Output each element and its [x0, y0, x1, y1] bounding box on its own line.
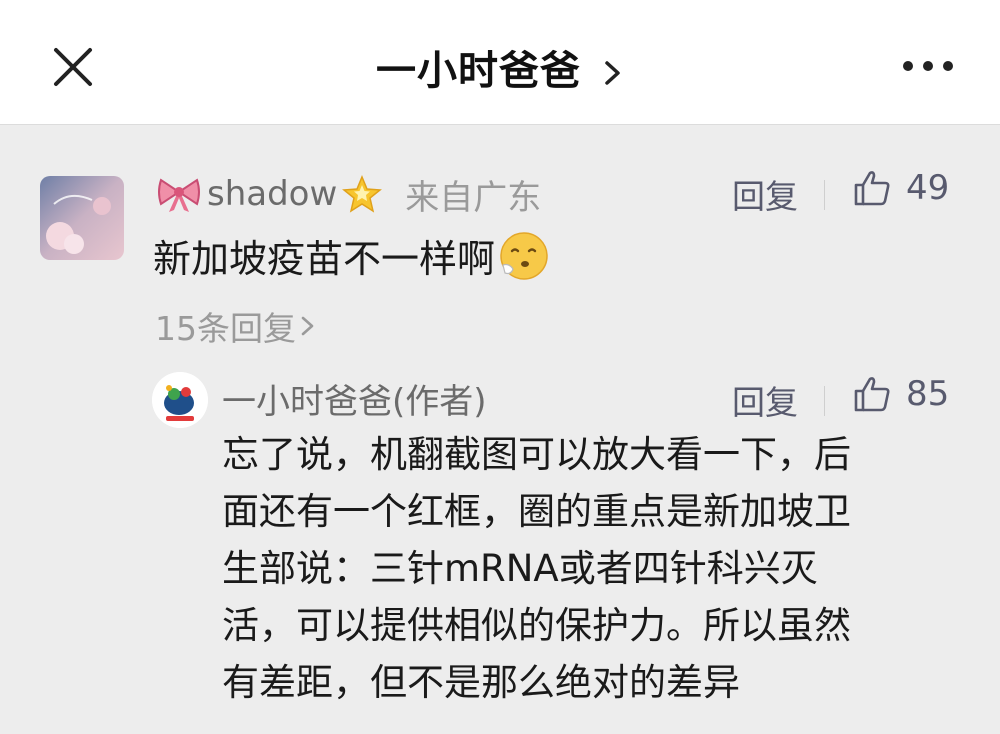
like-button[interactable]: 49	[852, 168, 949, 208]
reply-button[interactable]: 回复	[732, 170, 798, 218]
page-title-text: 一小时爸爸	[376, 48, 582, 94]
chevron-right-icon	[301, 316, 314, 336]
like-count: 85	[906, 374, 950, 414]
author-avatar[interactable]	[152, 372, 208, 428]
reply-text-line: 生部说：三针mRNA或者四针科兴灭	[222, 547, 818, 590]
reply-text-line: 面还有一个红框，圈的重点是新加坡卫	[222, 490, 851, 533]
action-divider	[824, 386, 825, 416]
bow-icon	[158, 178, 200, 212]
view-replies-link[interactable]: 15条回复	[155, 302, 316, 350]
avatar[interactable]	[40, 176, 124, 260]
star-icon	[342, 175, 383, 213]
chevron-right-icon	[605, 61, 620, 85]
like-count: 49	[906, 168, 950, 208]
sad-emoji-icon	[500, 231, 548, 280]
comment-text-row: 新加坡疫苗不一样啊	[153, 228, 551, 283]
reply-text-line: 有差距，但不是那么绝对的差异	[222, 661, 740, 704]
view-replies-text: 15条回复	[155, 309, 296, 348]
comment-author-row: shadow 来自广东	[155, 168, 541, 220]
reply-text-line: 活，可以提供相似的保护力。所以虽然	[222, 604, 851, 647]
comment-username[interactable]: shadow	[207, 174, 337, 214]
like-button[interactable]: 85	[852, 374, 949, 414]
page-title[interactable]: 一小时爸爸	[0, 38, 1000, 96]
comment-location: 来自广东	[405, 177, 542, 218]
reply-button[interactable]: 回复	[732, 376, 798, 424]
top-bar: 一小时爸爸	[0, 0, 1000, 125]
author-avatar-image	[152, 372, 208, 428]
reply-text: 忘了说，机翻截图可以放大看一下，后 面还有一个红框，圈的重点是新加坡卫 生部说：…	[222, 426, 962, 711]
reply-text-line: 忘了说，机翻截图可以放大看一下，后	[222, 433, 851, 476]
comment-text: 新加坡疫苗不一样啊	[153, 237, 496, 281]
thumbs-up-icon	[854, 377, 890, 412]
thumbs-up-icon	[854, 171, 890, 206]
avatar-image	[40, 176, 124, 260]
author-name[interactable]: 一小时爸爸(作者)	[222, 374, 487, 423]
more-icon[interactable]	[900, 52, 956, 80]
action-divider	[824, 180, 825, 210]
